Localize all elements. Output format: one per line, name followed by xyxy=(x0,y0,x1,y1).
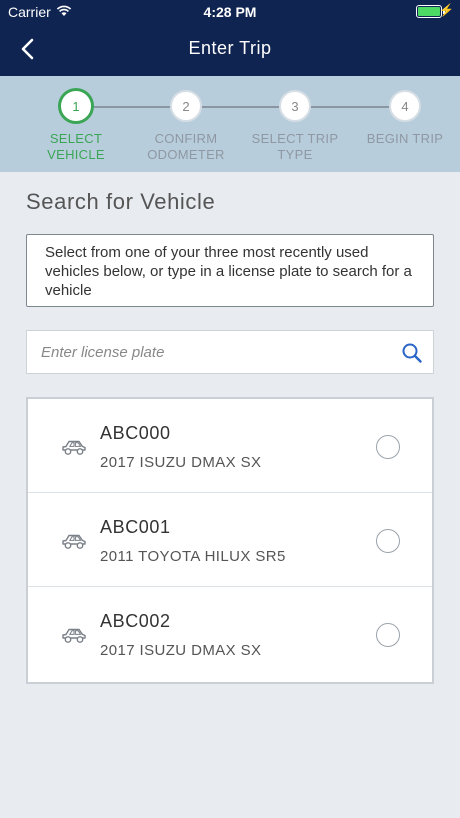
car-icon xyxy=(60,437,88,462)
top-bar: Carrier 4:28 PM ⚡ Enter Trip xyxy=(0,0,460,76)
vehicle-plate: ABC001 xyxy=(100,517,171,537)
vehicle-model: 2011 TOYOTA HILUX SR5 xyxy=(100,548,286,565)
car-icon xyxy=(60,625,88,650)
step-select-vehicle[interactable]: 1 SELECT VEHICLE xyxy=(21,88,131,163)
vehicle-row[interactable]: ABC001 2011 TOYOTA HILUX SR5 xyxy=(28,493,432,587)
step-label-line: SELECT TRIP xyxy=(251,131,339,146)
step-label: BEGIN TRIP xyxy=(350,131,460,147)
charging-icon: ⚡ xyxy=(439,3,454,17)
vehicle-plate: ABC000 xyxy=(100,423,171,443)
step-label-line: SELECT xyxy=(49,131,103,146)
vehicle-radio[interactable] xyxy=(376,435,400,459)
step-select-trip-type[interactable]: 3 SELECT TRIP TYPE xyxy=(240,90,350,163)
step-label-line: CONFIRM xyxy=(154,131,218,146)
step-label-line: TYPE xyxy=(277,147,313,162)
vehicle-model: 2017 ISUZU DMAX SX xyxy=(100,642,262,659)
page-title: Enter Trip xyxy=(188,38,272,58)
search-bar xyxy=(26,330,434,374)
step-label-line: VEHICLE xyxy=(47,147,105,162)
step-number: 3 xyxy=(279,90,311,122)
progress-stepper: 1 SELECT VEHICLE 2 CONFIRM ODOMETER 3 SE… xyxy=(0,76,460,172)
vehicle-list: ABC000 2017 ISUZU DMAX SX ABC001 2011 TO… xyxy=(26,397,434,684)
vehicle-row[interactable]: ABC000 2017 ISUZU DMAX SX xyxy=(28,399,432,493)
step-label: CONFIRM ODOMETER xyxy=(131,131,241,163)
step-number: 2 xyxy=(170,90,202,122)
car-icon xyxy=(60,531,88,556)
section-heading: Search for Vehicle xyxy=(26,189,216,214)
vehicle-row[interactable]: ABC002 2017 ISUZU DMAX SX xyxy=(28,587,432,681)
step-begin-trip[interactable]: 4 BEGIN TRIP xyxy=(350,90,460,147)
vehicle-model: 2017 ISUZU DMAX SX xyxy=(100,454,262,471)
vehicle-plate: ABC002 xyxy=(100,611,171,631)
license-plate-input[interactable] xyxy=(27,331,367,373)
instruction-box: Select from one of your three most recen… xyxy=(26,234,434,307)
status-time: 4:28 PM xyxy=(203,4,257,20)
step-number: 1 xyxy=(58,88,94,124)
step-label: SELECT TRIP TYPE xyxy=(240,131,350,163)
step-confirm-odometer[interactable]: 2 CONFIRM ODOMETER xyxy=(131,90,241,163)
step-label-line: BEGIN TRIP xyxy=(366,131,444,146)
search-icon[interactable] xyxy=(401,342,423,369)
step-label-line: ODOMETER xyxy=(147,147,225,162)
step-label: SELECT VEHICLE xyxy=(21,131,131,163)
step-number: 4 xyxy=(389,90,421,122)
status-bar: Carrier 4:28 PM ⚡ xyxy=(0,0,460,24)
vehicle-radio[interactable] xyxy=(376,623,400,647)
vehicle-radio[interactable] xyxy=(376,529,400,553)
